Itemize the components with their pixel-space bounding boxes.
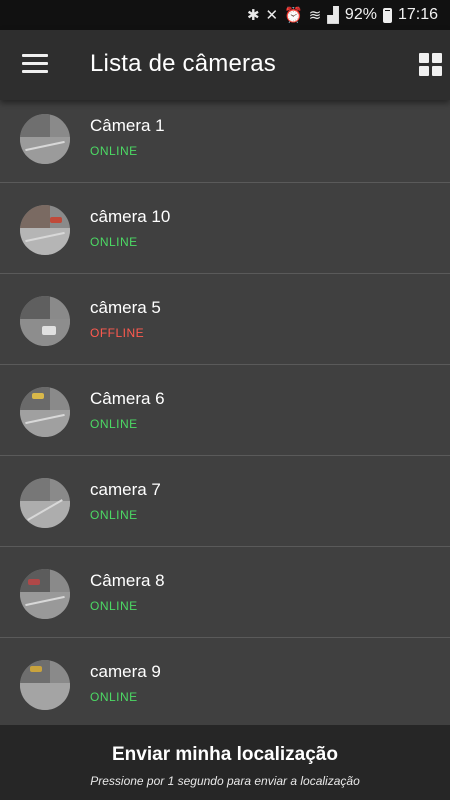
camera-thumbnail: [20, 478, 70, 528]
camera-name: Câmera 8: [90, 571, 165, 590]
camera-list-item[interactable]: Câmera 1 ONLINE: [0, 100, 450, 183]
camera-status: ONLINE: [90, 690, 138, 704]
wifi-icon: ≋: [308, 7, 322, 24]
camera-name: camera 9: [90, 662, 161, 681]
camera-list-item[interactable]: camera 9 ONLINE: [0, 638, 450, 725]
camera-name: camera 7: [90, 480, 161, 499]
camera-status: ONLINE: [90, 508, 138, 522]
send-location-button[interactable]: Enviar minha localização Pressione por 1…: [0, 725, 450, 800]
camera-thumbnail: [20, 660, 70, 710]
camera-list: Câmera 1 ONLINE câmera 10 ONLINE câmera …: [0, 100, 450, 725]
page-title: Lista de câmeras: [90, 50, 276, 77]
camera-list-item[interactable]: câmera 5 OFFLINE: [0, 274, 450, 365]
bluetooth-icon: ✱: [246, 7, 260, 24]
camera-status: OFFLINE: [90, 326, 145, 340]
camera-status: ONLINE: [90, 144, 138, 158]
camera-status: ONLINE: [90, 235, 138, 249]
camera-thumbnail: [20, 114, 70, 164]
mute-icon: ✕: [265, 7, 279, 24]
camera-name: Câmera 1: [90, 116, 165, 135]
camera-name: Câmera 6: [90, 389, 165, 408]
app-bar: Lista de câmeras: [0, 30, 450, 100]
camera-thumbnail: [20, 205, 70, 255]
camera-list-item[interactable]: Câmera 8 ONLINE: [0, 547, 450, 638]
camera-name: câmera 10: [90, 207, 171, 226]
battery-icon: [382, 7, 392, 23]
camera-list-item[interactable]: Câmera 6 ONLINE: [0, 365, 450, 456]
camera-status: ONLINE: [90, 599, 138, 613]
status-bar: ✱ ✕ ⏰ ≋ ▟ 92% 17:16: [0, 0, 450, 30]
camera-list-item[interactable]: câmera 10 ONLINE: [0, 183, 450, 274]
camera-thumbnail: [20, 569, 70, 619]
send-location-title: Enviar minha localização: [112, 744, 338, 765]
hamburger-menu-icon[interactable]: [22, 54, 48, 74]
grid-view-icon[interactable]: [419, 53, 442, 76]
camera-status: ONLINE: [90, 417, 138, 431]
send-location-hint: Pressione por 1 segundo para enviar a lo…: [90, 774, 360, 788]
camera-list-item[interactable]: camera 7 ONLINE: [0, 456, 450, 547]
camera-thumbnail: [20, 387, 70, 437]
alarm-icon: ⏰: [284, 7, 303, 24]
signal-icon: ▟: [327, 7, 339, 24]
status-time: 17:16: [397, 6, 438, 23]
battery-percent: 92%: [344, 6, 377, 23]
camera-name: câmera 5: [90, 298, 161, 317]
camera-thumbnail: [20, 296, 70, 346]
